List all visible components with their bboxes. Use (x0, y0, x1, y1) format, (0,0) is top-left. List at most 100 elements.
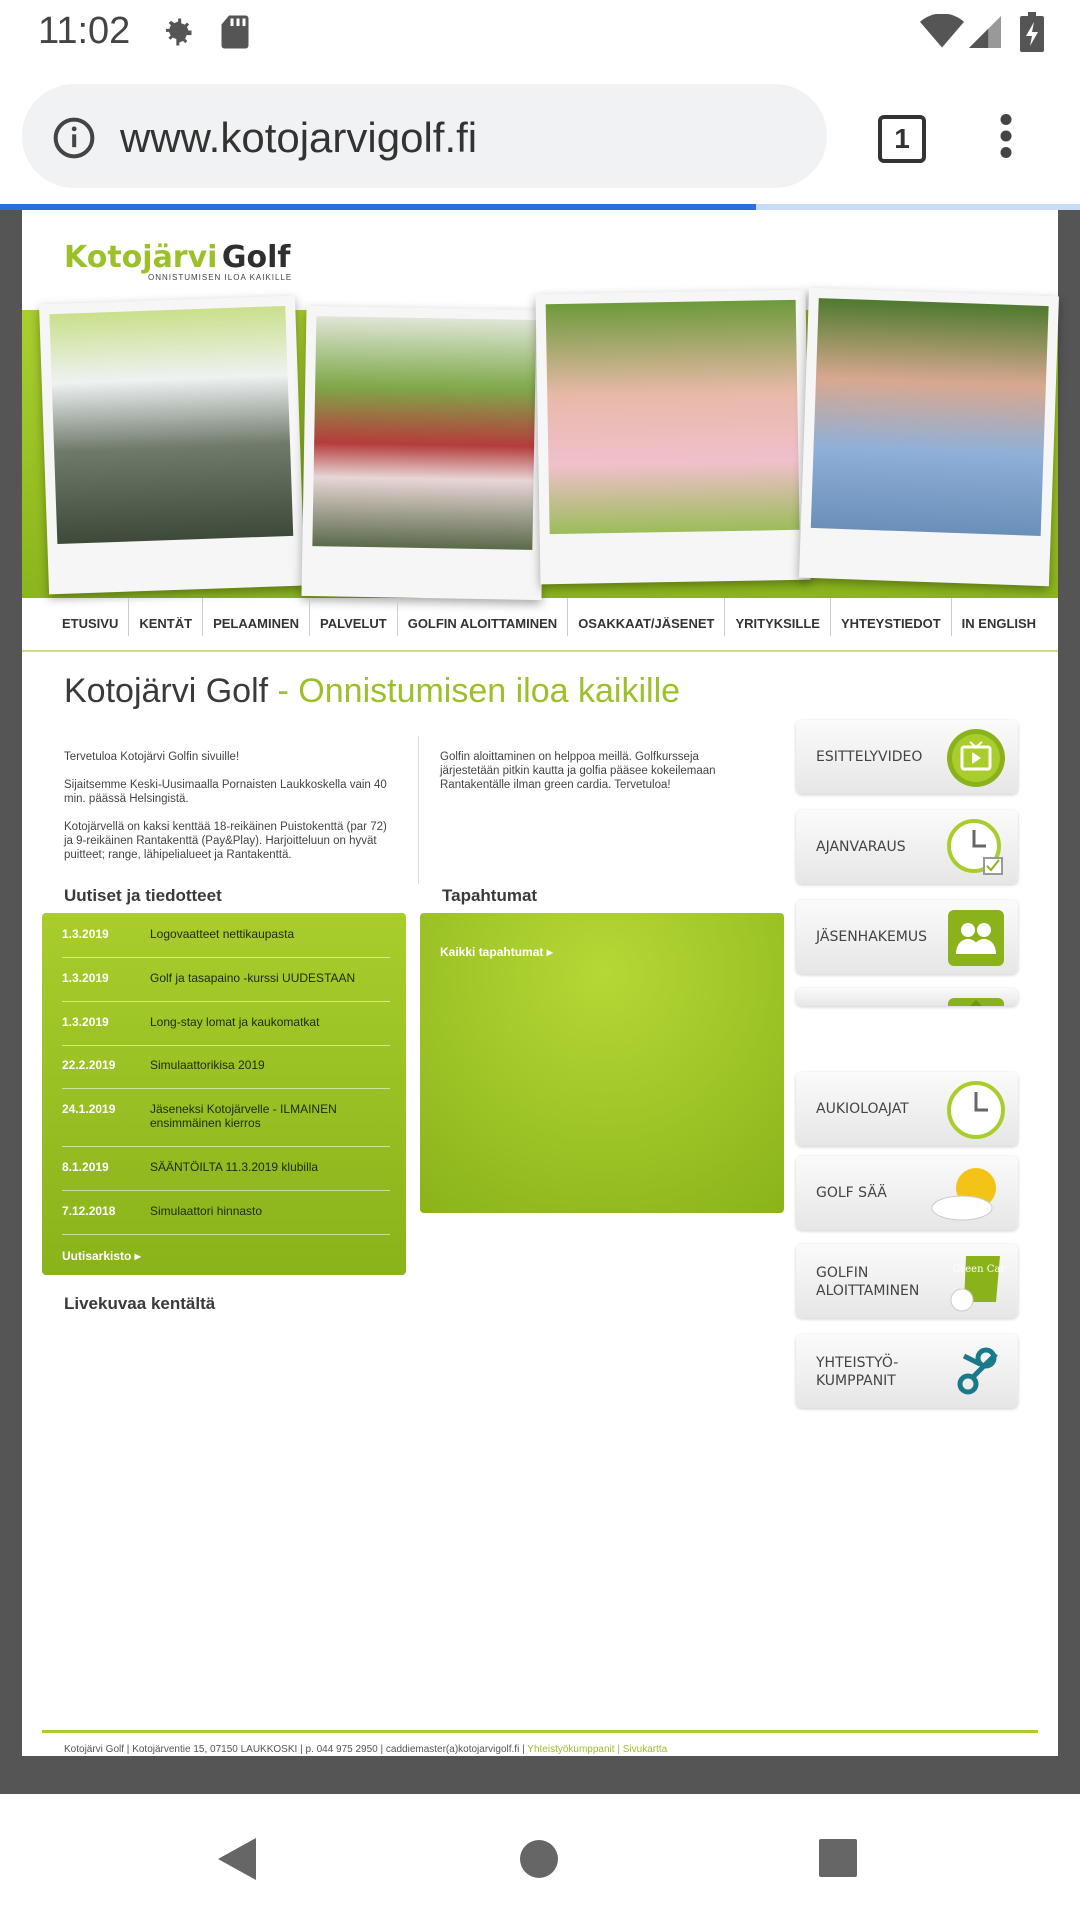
signal-icon (968, 16, 1002, 53)
home-icon[interactable] (518, 1838, 560, 1885)
events-box: Kaikki tapahtumat ▸ (420, 913, 784, 1213)
web-page: Kotojärvi Golf ONNISTUMISEN ILOA KAIKILL… (22, 210, 1059, 1756)
footer-partners-link[interactable]: Yhteistyökumppanit (527, 1744, 614, 1755)
news-item[interactable]: 1.3.2019 Golf ja tasapaino -kurssi UUDEST… (62, 971, 390, 1002)
nav-item-golfin-aloittaminen[interactable]: GOLFIN ALOITTAMINEN (396, 598, 567, 636)
green-card-text: Green Card (952, 1264, 1006, 1275)
news-item[interactable]: 1.3.2019 Logovaatteet nettikaupasta (62, 927, 390, 958)
news-link[interactable]: Simulaattorikisa 2019 (150, 1058, 390, 1072)
news-box: 1.3.2019 Logovaatteet nettikaupasta 1.3.2… (42, 913, 406, 1275)
all-events-link[interactable]: Kaikki tapahtumat ▸ (440, 945, 553, 959)
news-item[interactable]: 1.3.2019 Long-stay lomat ja kaukomatkat (62, 1015, 390, 1046)
events-title: Tapahtumat (442, 886, 538, 905)
footer-company: Kotojärvi Golf (64, 1744, 125, 1755)
footer-phone[interactable]: p. 044 975 2950 (305, 1744, 377, 1755)
golf-weather-label: GOLF SÄÄ (816, 1185, 887, 1201)
battery-charging-icon (1020, 12, 1044, 57)
banner-photo-golfers-cart (301, 305, 547, 601)
news-date: 22.2.2019 (62, 1058, 116, 1072)
url-text[interactable]: www.kotojarvigolf.fi (120, 114, 477, 162)
column-divider (418, 736, 419, 884)
intro-video-button[interactable]: ESITTELYVIDEO (796, 720, 1018, 794)
footer-email[interactable]: caddiemaster(a)kotojarvigolf.fi (386, 1744, 519, 1755)
settings-icon (160, 14, 196, 55)
status-bar: 11:02 (0, 0, 1080, 66)
partners-label-line1: YHTEISTYÖ- (816, 1355, 899, 1371)
golf-beginner-label-line2: ALOITTAMINEN (816, 1283, 920, 1299)
golf-weather-button[interactable]: GOLF SÄÄ (796, 1156, 1018, 1230)
news-item[interactable]: 8.1.2019 SÄÄNTÖILTA 11.3.2019 klubilla (62, 1160, 390, 1191)
nav-item-etusivu[interactable]: ETUSIVU (60, 598, 128, 636)
sd-card-icon (220, 14, 250, 55)
opening-hours-label: AUKIOLOAJAT (816, 1101, 909, 1117)
intro-text-right: Golfin aloittaminen on helppoa meillä. G… (440, 751, 716, 791)
address-bar[interactable]: www.kotojarvigolf.fi (22, 84, 827, 188)
nav-item-yhteystiedot[interactable]: YHTEYSTIEDOT (829, 598, 951, 636)
logo-tagline: ONNISTUMISEN ILOA KAIKILLE (148, 273, 293, 282)
news-title: Uutiset ja tiedotteet (64, 886, 222, 905)
system-navigation-bar (0, 1794, 1080, 1920)
page-title-sub: - Onnistumisen iloa kaikille (268, 672, 681, 710)
viewport-bottom-overscroll (0, 1756, 1080, 1794)
nav-item-palvelut[interactable]: PALVELUT (309, 598, 397, 636)
wifi-icon (920, 13, 964, 53)
page-title: Kotojärvi Golf - Onnistumisen iloa kaiki… (64, 672, 680, 711)
hidden-side-button[interactable] (796, 988, 1018, 1006)
logo-text-primary: Kotojärvi (64, 240, 218, 275)
intro-paragraph: Kotojärvellä on kaksi kenttää 18-reikäin… (64, 821, 387, 861)
nav-item-pelaaminen[interactable]: PELAAMINEN (202, 598, 309, 636)
status-time: 11:02 (38, 10, 131, 52)
news-date: 8.1.2019 (62, 1160, 109, 1174)
tee-booking-label: AJANVARAUS (816, 839, 906, 855)
scissors-icon (946, 1342, 1006, 1402)
footer-address: Kotojärventie 15, 07150 LAUKKOSKI (132, 1744, 298, 1755)
news-date: 7.12.2018 (62, 1204, 116, 1218)
site-info-icon[interactable] (52, 116, 96, 165)
golf-beginner-button[interactable]: GOLFIN ALOITTAMINEN Green Card (796, 1244, 1018, 1318)
intro-text: Tervetuloa Kotojärvi Golfin sivuille! Si… (64, 750, 389, 876)
overflow-menu-icon[interactable] (998, 114, 1014, 163)
tv-play-icon (946, 728, 1006, 788)
banner-photo-smiling-women (535, 289, 811, 585)
news-archive-link[interactable]: Uutisarkisto ▸ (62, 1249, 141, 1263)
news-date: 1.3.2019 (62, 927, 109, 941)
news-item[interactable]: 22.2.2019 Simulaattorikisa 2019 (62, 1058, 390, 1089)
membership-application-button[interactable]: JÄSENHAKEMUS (796, 900, 1018, 974)
site-footer: Kotojärvi Golf | Kotojärventie 15, 07150… (64, 1744, 668, 1755)
footer-divider (42, 1730, 1038, 1733)
browser-toolbar: www.kotojarvigolf.fi 1 (0, 66, 1080, 206)
banner-photo-golf-cart (39, 295, 305, 595)
nav-item-osakkaat-jasenet[interactable]: OSAKKAAT/JÄSENET (567, 598, 724, 636)
intro-paragraph: Tervetuloa Kotojärvi Golfin sivuille! (64, 751, 240, 763)
membership-application-label: JÄSENHAKEMUS (816, 929, 928, 945)
news-link[interactable]: Simulaattori hinnasto (150, 1204, 390, 1218)
news-item[interactable]: 7.12.2018 Simulaattori hinnasto (62, 1204, 390, 1235)
partners-button[interactable]: YHTEISTYÖ- KUMPPANIT (796, 1334, 1018, 1408)
footer-sitemap-link[interactable]: Sivukartta (623, 1744, 667, 1755)
tab-switcher-button[interactable]: 1 (878, 115, 926, 163)
back-icon[interactable] (216, 1836, 258, 1887)
tee-booking-button[interactable]: AJANVARAUS (796, 810, 1018, 884)
site-logo[interactable]: Kotojärvi Golf ONNISTUMISEN ILOA KAIKILL… (64, 240, 292, 282)
news-link[interactable]: Jäseneksi Kotojärvelle - ILMAINEN ensimm… (150, 1102, 390, 1130)
nav-item-yrityksille[interactable]: YRITYKSILLE (724, 598, 830, 636)
logo-text-secondary: Golf (221, 240, 291, 275)
members-icon (946, 908, 1006, 968)
green-card-icon: Green Card (946, 1252, 1012, 1312)
nav-item-kentat[interactable]: KENTÄT (128, 598, 202, 636)
news-link[interactable]: Logovaatteet nettikaupasta (150, 927, 390, 941)
recents-icon[interactable] (818, 1838, 858, 1883)
main-navigation: ETUSIVU KENTÄT PELAAMINEN PALVELUT GOLFI… (22, 598, 1058, 652)
opening-hours-button[interactable]: AUKIOLOAJAT (796, 1072, 1018, 1146)
intro-video-label: ESITTELYVIDEO (816, 749, 923, 765)
news-link[interactable]: Long-stay lomat ja kaukomatkat (150, 1015, 390, 1029)
clock-check-icon (946, 818, 1006, 878)
news-item[interactable]: 24.1.2019 Jäseneksi Kotojärvelle - ILMAIN… (62, 1102, 390, 1147)
partners-label-line2: KUMPPANIT (816, 1373, 896, 1389)
golf-beginner-label-line1: GOLFIN (816, 1265, 869, 1281)
nav-item-in-english[interactable]: IN ENGLISH (950, 598, 1046, 636)
news-link[interactable]: SÄÄNTÖILTA 11.3.2019 klubilla (150, 1160, 390, 1174)
news-link[interactable]: Golf ja tasapaino -kurssi UUDESTAAN (150, 971, 390, 985)
intro-paragraph: Sijaitsemme Keski-Uusimaalla Pornaisten … (64, 779, 387, 805)
page-title-main: Kotojärvi Golf (64, 672, 269, 710)
